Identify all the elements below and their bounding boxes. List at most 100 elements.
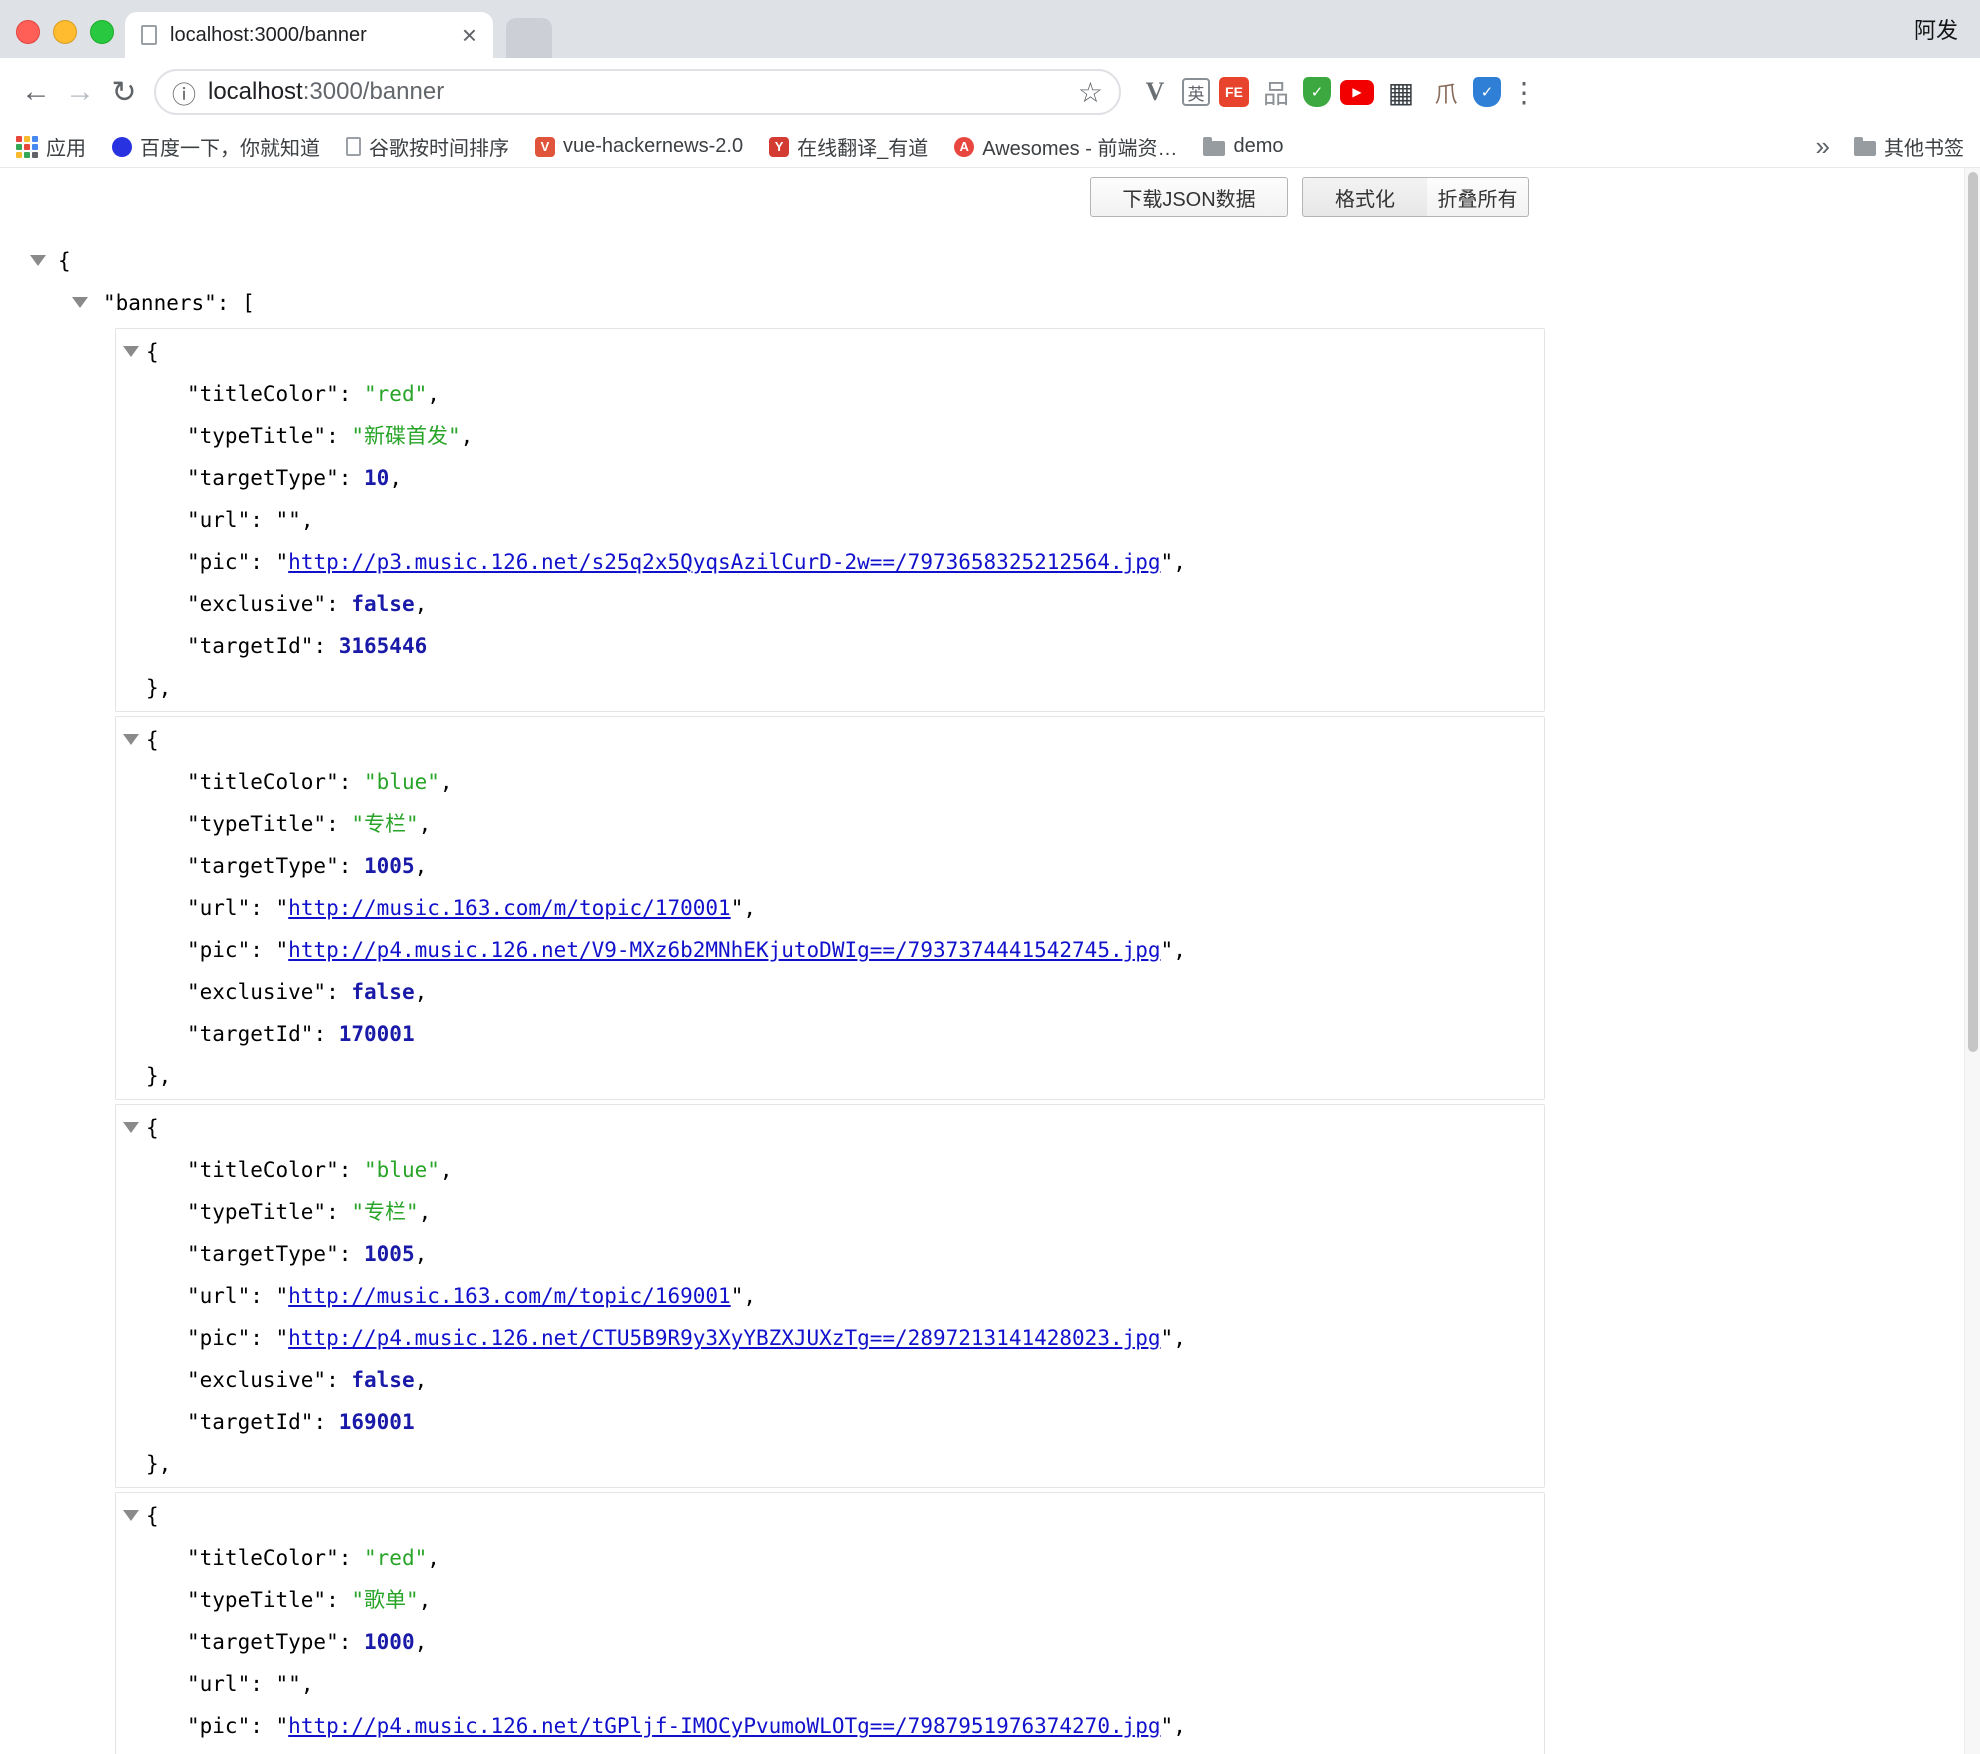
bookmarks-overflow-icon[interactable]: » [1816,131,1830,162]
collapse-toggle-icon[interactable] [123,1122,139,1133]
json-link[interactable]: http://p3.music.126.net/s25q2x5QyqsAzilC… [288,550,1160,574]
json-brace: }, [146,1452,171,1476]
shield-blue-icon[interactable]: ✓ [1473,77,1501,107]
browser-window: localhost:3000/banner × 阿发 ← → ↻ ⓘ local… [0,0,1980,1754]
json-row: "typeTitle": "专栏", [116,1191,1544,1233]
format-button[interactable]: 格式化 [1302,177,1428,217]
paw-icon[interactable]: 爪 [1428,74,1464,110]
folder-icon [1203,141,1225,156]
collapse-toggle-icon[interactable] [72,297,88,308]
minimize-window-button[interactable] [53,20,77,44]
json-key: "titleColor" [187,382,339,406]
json-row: { [116,1495,1544,1537]
json-comma: , [743,896,756,920]
json-colon: : [250,1714,275,1738]
json-comma: , [301,508,314,532]
translate-icon[interactable]: 英 [1182,78,1210,106]
json-key: "titleColor" [187,1546,339,1570]
json-link[interactable]: http://music.163.com/m/topic/170001 [288,896,731,920]
bookmark-item[interactable]: Vvue-hackernews-2.0 [535,135,743,158]
youdao-favicon: Y [769,137,789,157]
json-quote: " [1161,550,1174,574]
collapse-toggle-icon[interactable] [123,1510,139,1521]
json-link[interactable]: http://p4.music.126.net/CTU5B9R9y3XyYBZX… [288,1326,1160,1350]
bookmark-items: 百度一下，你就知道 谷歌按时间排序 Vvue-hackernews-2.0 Y 在线翻译… [112,132,1283,161]
json-comma: , [461,424,474,448]
json-quote: " [276,1326,289,1350]
json-key: "typeTitle" [187,1200,326,1224]
bookmark-label: 百度一下，你就知道 [140,132,320,161]
page-info-icon[interactable]: ⓘ [172,75,196,110]
json-row: "exclusive": false [116,1747,1544,1754]
reload-icon[interactable]: ↻ [102,75,146,110]
collapse-toggle-icon[interactable] [123,346,139,357]
json-quote: " [276,1284,289,1308]
collapse-toggle-icon[interactable] [30,255,46,266]
json-link[interactable]: http://p4.music.126.net/V9-MXz6b2MNhEKju… [288,938,1160,962]
json-row: "titleColor": "blue", [116,1149,1544,1191]
scrollbar-thumb[interactable] [1968,172,1978,1052]
json-key: "pic" [187,1714,250,1738]
new-tab-button[interactable] [506,18,552,58]
json-string: "blue" [364,1158,440,1182]
json-row: "titleColor": "blue", [116,761,1544,803]
bookmark-item[interactable]: 谷歌按时间排序 [346,132,509,161]
shield-green-icon[interactable]: ✓ [1303,77,1331,107]
other-bookmarks-label: 其他书签 [1884,132,1964,161]
bookmarks-right-group: » 其他书签 [1816,131,1964,162]
org-icon[interactable]: 品 [1258,74,1294,110]
youtube-icon[interactable]: ▶ [1340,80,1374,105]
json-brace: }, [146,676,171,700]
scrollbar[interactable] [1964,168,1980,1754]
json-quote: " [731,896,744,920]
json-comma: , [419,812,432,836]
apps-shortcut[interactable]: 应用 [16,132,86,161]
bookmark-item[interactable]: demo [1203,135,1283,158]
json-colon: : [339,1158,364,1182]
json-brace: { [146,1116,159,1140]
bookmark-item[interactable]: 百度一下，你就知道 [112,132,320,161]
json-comma: , [1173,938,1186,962]
folder-icon [1854,141,1876,156]
json-comma: , [415,1630,428,1654]
bookmark-star-icon[interactable]: ☆ [1078,76,1103,109]
browser-menu-icon[interactable]: ⋮ [1509,76,1539,109]
json-quote: " [1161,938,1174,962]
json-colon: : [250,550,275,574]
bookmark-label: 在线翻译_有道 [797,132,928,161]
json-key: "pic" [187,938,250,962]
json-key: "pic" [187,550,250,574]
json-colon: : [250,1672,275,1696]
other-bookmarks[interactable]: 其他书签 [1854,132,1964,161]
bookmark-item[interactable]: AAwesomes - 前端资… [954,132,1177,161]
doc-favicon [346,137,361,156]
json-key: "targetType" [187,1630,339,1654]
json-quote: " [1161,1714,1174,1738]
bookmark-item[interactable]: Y 在线翻译_有道 [769,132,928,161]
download-json-button[interactable]: 下载JSON数据 [1090,177,1288,217]
json-brace: }, [146,1064,171,1088]
zoom-window-button[interactable] [90,20,114,44]
json-number: 10 [364,466,389,490]
forward-icon[interactable]: → [58,75,102,109]
qr-icon[interactable]: ▦ [1383,74,1419,110]
back-icon[interactable]: ← [14,75,58,109]
json-row: "targetId": 169001 [116,1401,1544,1443]
close-window-button[interactable] [16,20,40,44]
collapse-toggle-icon[interactable] [123,734,139,745]
json-row: "url": "", [116,499,1544,541]
profile-name[interactable]: 阿发 [1914,0,1958,58]
tab-close-icon[interactable]: × [462,22,477,48]
json-key: "url" [187,508,250,532]
fe-icon[interactable]: FE [1219,77,1249,107]
json-quote: " [276,938,289,962]
address-bar[interactable]: ⓘ localhost:3000/banner ☆ [154,69,1121,115]
vimium-icon[interactable]: V [1137,74,1173,110]
browser-tab[interactable]: localhost:3000/banner × [125,12,493,58]
collapse-all-button[interactable]: 折叠所有 [1427,177,1529,217]
bookmark-label: 谷歌按时间排序 [369,132,509,161]
json-comma: , [301,1672,314,1696]
json-link[interactable]: http://p4.music.126.net/tGPljf-IMOCyPvum… [288,1714,1160,1738]
json-comma: , [389,466,402,490]
json-link[interactable]: http://music.163.com/m/topic/169001 [288,1284,731,1308]
